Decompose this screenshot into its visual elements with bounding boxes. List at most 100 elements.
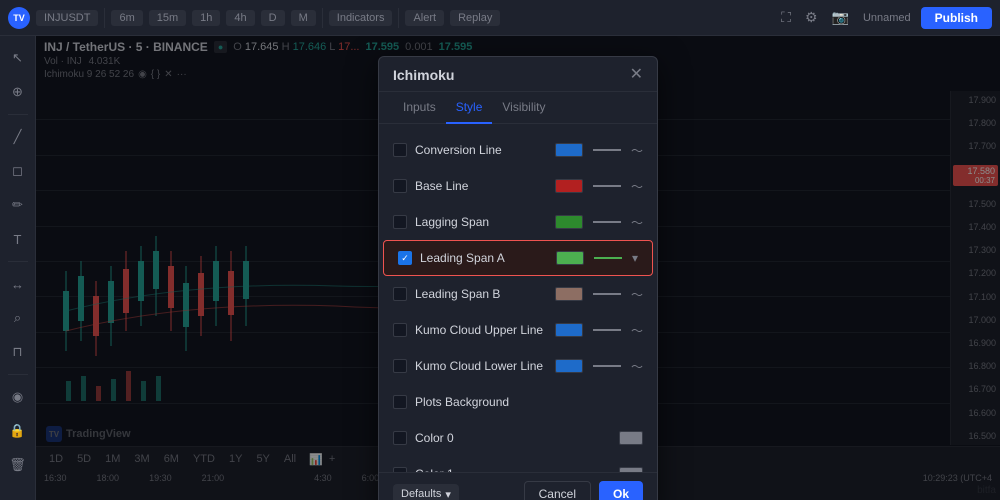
settings-icon[interactable]: ⚙ <box>801 7 822 28</box>
row-plots-bg: Plots Background <box>379 384 657 420</box>
crosshair-tool-icon[interactable]: ⊕ <box>4 78 32 106</box>
fullscreen-icon[interactable]: ⛶ <box>777 7 795 28</box>
tab-visibility[interactable]: Visibility <box>492 92 555 124</box>
shapes-tool-icon[interactable]: ◻ <box>4 157 32 185</box>
kumo-lower-checkbox[interactable] <box>393 359 407 373</box>
kumo-upper-curve-btn[interactable]: 〜 <box>631 322 643 339</box>
base-line-curve-btn[interactable]: 〜 <box>631 178 643 195</box>
color-0-swatch[interactable] <box>619 431 643 445</box>
lagging-span-color[interactable] <box>555 215 583 229</box>
base-line-checkbox[interactable] <box>393 179 407 193</box>
kumo-lower-style <box>593 365 621 367</box>
kumo-upper-style <box>593 329 621 331</box>
leading-span-a-curve-btn[interactable]: ▾ <box>632 251 638 265</box>
tf-4h[interactable]: 4h <box>226 10 254 26</box>
divider <box>8 114 28 115</box>
lagging-span-label: Lagging Span <box>415 215 547 229</box>
leading-span-b-label: Leading Span B <box>415 287 547 301</box>
account-name: Unnamed <box>859 12 915 24</box>
conversion-line-label: Conversion Line <box>415 143 547 157</box>
leading-span-a-color[interactable] <box>556 251 584 265</box>
row-conversion-line: Conversion Line 〜 <box>379 132 657 168</box>
app-logo: TV <box>8 7 30 29</box>
dialog-body: Conversion Line 〜 Base Line 〜 <box>379 124 657 472</box>
measure-tool-icon[interactable]: ↔ <box>4 270 32 298</box>
tf-m[interactable]: M <box>291 10 316 26</box>
trash-tool-icon[interactable]: 🗑 <box>4 451 32 479</box>
conversion-line-color[interactable] <box>555 143 583 157</box>
defaults-button[interactable]: Defaults ▾ <box>393 484 459 500</box>
lagging-span-checkbox[interactable] <box>393 215 407 229</box>
color-0-label: Color 0 <box>415 431 611 445</box>
row-lagging-span: Lagging Span 〜 <box>379 204 657 240</box>
ok-button[interactable]: Ok <box>599 481 643 500</box>
row-leading-span-a: Leading Span A ▾ <box>383 240 653 276</box>
divider <box>398 8 399 28</box>
color-0-checkbox[interactable] <box>393 431 407 445</box>
screenshot-icon[interactable]: 📷 <box>828 7 853 28</box>
tf-d[interactable]: D <box>261 10 285 26</box>
modal-overlay: Ichimoku ✕ Inputs Style Visibility Conve… <box>36 36 1000 500</box>
zoom-tool-icon[interactable]: ⌕ <box>4 304 32 332</box>
kumo-lower-label: Kumo Cloud Lower Line <box>415 359 547 373</box>
plots-bg-checkbox[interactable] <box>393 395 407 409</box>
row-base-line: Base Line 〜 <box>379 168 657 204</box>
dialog-title: Ichimoku <box>393 67 454 83</box>
tab-style[interactable]: Style <box>446 92 493 124</box>
cursor-tool-icon[interactable]: ↖ <box>4 44 32 72</box>
kumo-upper-color[interactable] <box>555 323 583 337</box>
tf-6m[interactable]: 6m <box>111 10 142 26</box>
conversion-line-checkbox[interactable] <box>393 143 407 157</box>
conversion-line-style <box>593 149 621 151</box>
footer-left: Defaults ▾ <box>393 484 459 500</box>
ichimoku-dialog: Ichimoku ✕ Inputs Style Visibility Conve… <box>378 56 658 500</box>
dialog-header: Ichimoku ✕ <box>379 57 657 92</box>
leading-span-a-checkbox[interactable] <box>398 251 412 265</box>
lock-tool-icon[interactable]: 🔒 <box>4 417 32 445</box>
topbar: TV INJUSDT 6m 15m 1h 4h D M Indicators A… <box>0 0 1000 36</box>
divider <box>8 374 28 375</box>
kumo-upper-label: Kumo Cloud Upper Line <box>415 323 547 337</box>
plots-bg-label: Plots Background <box>415 395 643 409</box>
leading-span-b-style <box>593 293 621 295</box>
lagging-span-curve-btn[interactable]: 〜 <box>631 214 643 231</box>
base-line-style <box>593 185 621 187</box>
publish-button[interactable]: Publish <box>921 7 992 29</box>
kumo-upper-checkbox[interactable] <box>393 323 407 337</box>
kumo-lower-color[interactable] <box>555 359 583 373</box>
leading-span-b-color[interactable] <box>555 287 583 301</box>
left-toolbar: ↖ ⊕ ╱ ◻ ✏ T ↔ ⌕ ⊓ ◉ 🔒 🗑 <box>0 36 36 500</box>
text-tool-icon[interactable]: T <box>4 225 32 253</box>
tf-1h[interactable]: 1h <box>192 10 220 26</box>
cancel-button[interactable]: Cancel <box>524 481 591 500</box>
pencil-tool-icon[interactable]: ✏ <box>4 191 32 219</box>
eye-tool-icon[interactable]: ◉ <box>4 383 32 411</box>
magnet-tool-icon[interactable]: ⊓ <box>4 338 32 366</box>
lagging-span-style <box>593 221 621 223</box>
footer-right: Cancel Ok <box>524 481 643 500</box>
divider <box>8 261 28 262</box>
leading-span-b-curve-btn[interactable]: 〜 <box>631 286 643 303</box>
row-kumo-lower: Kumo Cloud Lower Line 〜 <box>379 348 657 384</box>
row-color-1: Color 1 <box>379 456 657 472</box>
row-kumo-upper: Kumo Cloud Upper Line 〜 <box>379 312 657 348</box>
dialog-tabs: Inputs Style Visibility <box>379 92 657 124</box>
leading-span-b-checkbox[interactable] <box>393 287 407 301</box>
symbol-selector[interactable]: INJUSDT <box>36 10 98 26</box>
conversion-line-curve-btn[interactable]: 〜 <box>631 142 643 159</box>
leading-span-a-style <box>594 257 622 259</box>
replay-button[interactable]: Replay <box>450 10 500 26</box>
trendline-tool-icon[interactable]: ╱ <box>4 123 32 151</box>
indicators-button[interactable]: Indicators <box>329 10 393 26</box>
base-line-color[interactable] <box>555 179 583 193</box>
divider <box>322 8 323 28</box>
tf-15m[interactable]: 15m <box>149 10 186 26</box>
dialog-footer: Defaults ▾ Cancel Ok <box>379 472 657 500</box>
base-line-label: Base Line <box>415 179 547 193</box>
main-layout: ↖ ⊕ ╱ ◻ ✏ T ↔ ⌕ ⊓ ◉ 🔒 🗑 INJ / TetherUS ·… <box>0 36 1000 500</box>
kumo-lower-curve-btn[interactable]: 〜 <box>631 358 643 375</box>
alert-button[interactable]: Alert <box>405 10 444 26</box>
chart-area[interactable]: INJ / TetherUS · 5 · BINANCE ● O 17.645 … <box>36 36 1000 500</box>
tab-inputs[interactable]: Inputs <box>393 92 446 124</box>
dialog-close-button[interactable]: ✕ <box>630 67 643 83</box>
